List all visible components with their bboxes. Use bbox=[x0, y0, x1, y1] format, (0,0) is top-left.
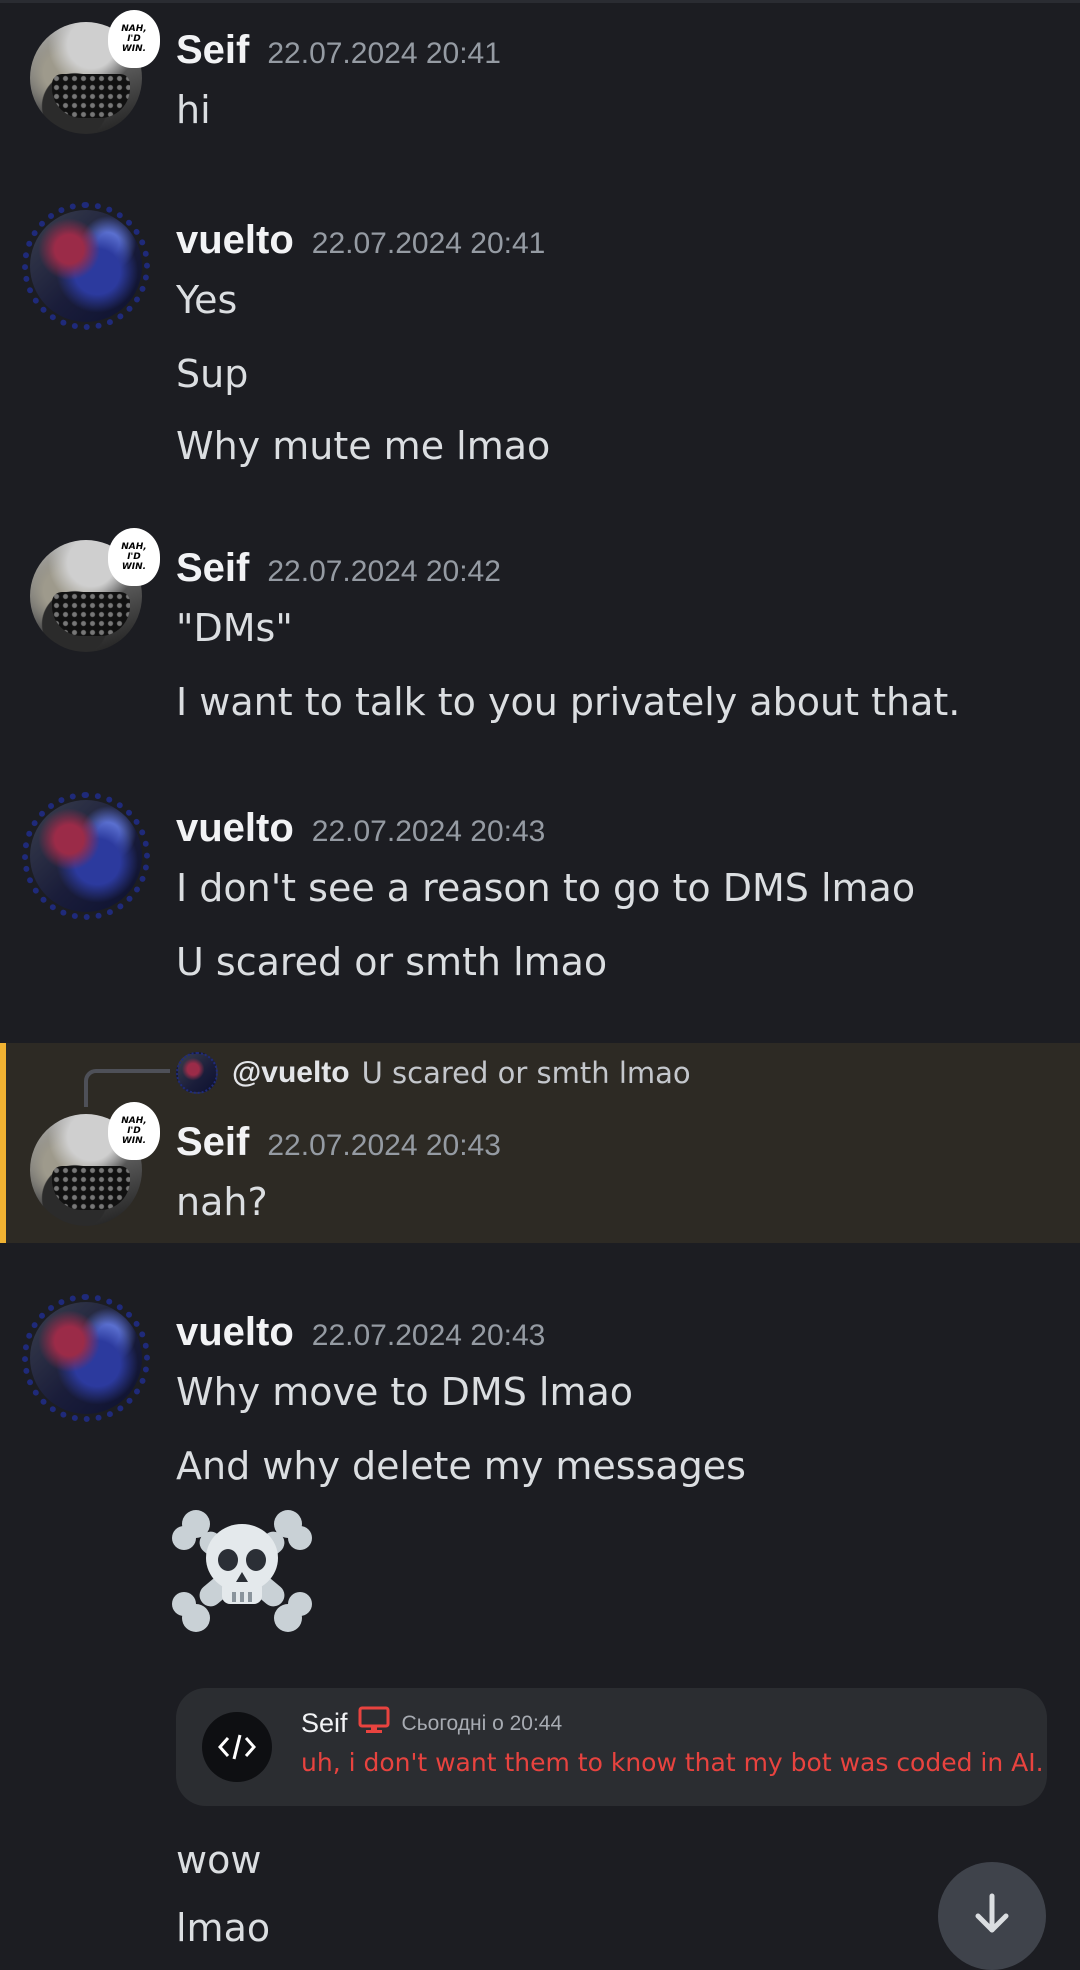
code-icon bbox=[202, 1712, 272, 1782]
avatar[interactable] bbox=[22, 1294, 150, 1422]
message-text[interactable]: Yes bbox=[176, 278, 237, 322]
timestamp: 22.07.2024 20:43 bbox=[267, 1129, 501, 1162]
message-text[interactable]: I want to talk to you privately about th… bbox=[176, 680, 960, 724]
message-header: vuelto 22.07.2024 20:41 bbox=[176, 218, 545, 263]
avatar[interactable]: NAH, I'D WIN. bbox=[30, 528, 160, 652]
timestamp: 22.07.2024 20:41 bbox=[311, 227, 546, 260]
message-header: Seif 22.07.2024 20:42 bbox=[176, 546, 501, 591]
avatar-badge-line: I'D bbox=[127, 552, 141, 562]
message-text[interactable]: Why mute me lmao bbox=[176, 424, 550, 468]
embed-timestamp: Сьогодні о 20:44 bbox=[401, 1711, 563, 1735]
mention-highlight-bar bbox=[0, 1043, 6, 1243]
avatar-badge-line: I'D bbox=[127, 1126, 141, 1136]
username[interactable]: vuelto bbox=[176, 1310, 294, 1354]
avatar-badge: NAH, I'D WIN. bbox=[108, 10, 160, 68]
avatar[interactable] bbox=[22, 792, 150, 920]
avatar[interactable] bbox=[22, 202, 150, 330]
avatar-decoration bbox=[22, 1294, 150, 1422]
avatar-decoration bbox=[22, 202, 150, 330]
message-header: vuelto 22.07.2024 20:43 bbox=[176, 806, 545, 851]
message-text[interactable]: wow bbox=[176, 1838, 261, 1882]
skull-emoji-icon[interactable] bbox=[172, 1502, 312, 1642]
message-header: Seif 22.07.2024 20:43 bbox=[176, 1120, 501, 1165]
username[interactable]: Seif bbox=[176, 546, 249, 590]
reply-avatar bbox=[176, 1052, 218, 1094]
avatar-badge-line: WIN. bbox=[121, 1136, 147, 1146]
message-header: vuelto 22.07.2024 20:43 bbox=[176, 1310, 545, 1355]
reply-preview-text[interactable]: U scared or smth lmao bbox=[362, 1056, 691, 1090]
timestamp: 22.07.2024 20:41 bbox=[267, 37, 501, 70]
avatar-badge-line: NAH, bbox=[121, 1116, 147, 1126]
message-text[interactable]: Why move to DMS lmao bbox=[176, 1370, 633, 1414]
message-text[interactable]: Sup bbox=[176, 352, 248, 396]
avatar-badge-line: WIN. bbox=[121, 44, 147, 54]
top-divider bbox=[0, 0, 1080, 3]
message-text[interactable]: nah? bbox=[176, 1180, 268, 1224]
embed-text[interactable]: uh, i don't want them to know that my bo… bbox=[301, 1748, 1044, 1777]
avatar-badge: NAH, I'D WIN. bbox=[108, 528, 160, 586]
avatar-badge-line: WIN. bbox=[121, 562, 147, 572]
scroll-to-bottom-button[interactable] bbox=[938, 1862, 1046, 1970]
reply-mention[interactable]: @vuelto bbox=[232, 1056, 350, 1090]
arrow-down-icon bbox=[968, 1890, 1016, 1942]
username[interactable]: vuelto bbox=[176, 806, 294, 850]
username[interactable]: vuelto bbox=[176, 218, 294, 262]
avatar-badge: NAH, I'D WIN. bbox=[108, 1102, 160, 1160]
message-text[interactable]: hi bbox=[176, 88, 211, 132]
username[interactable]: Seif bbox=[176, 1120, 249, 1164]
timestamp: 22.07.2024 20:42 bbox=[267, 555, 501, 588]
timestamp: 22.07.2024 20:43 bbox=[311, 1319, 546, 1352]
message-header: Seif 22.07.2024 20:41 bbox=[176, 28, 501, 73]
message-embed[interactable]: Seif Сьогодні о 20:44 uh, i don't want t… bbox=[176, 1688, 1047, 1806]
timestamp: 22.07.2024 20:43 bbox=[311, 815, 546, 848]
monitor-icon bbox=[358, 1706, 390, 1741]
avatar-badge-line: NAH, bbox=[121, 542, 147, 552]
avatar-badge-line: NAH, bbox=[121, 24, 147, 34]
message-text[interactable]: I don't see a reason to go to DMS lmao bbox=[176, 866, 915, 910]
avatar[interactable]: NAH, I'D WIN. bbox=[30, 1102, 160, 1226]
message-text[interactable]: U scared or smth lmao bbox=[176, 940, 607, 984]
message-text[interactable]: lmao bbox=[176, 1906, 270, 1950]
avatar-decoration bbox=[22, 792, 150, 920]
message-text[interactable]: And why delete my messages bbox=[176, 1444, 746, 1488]
reply-connector bbox=[84, 1069, 170, 1107]
embed-header: Seif Сьогодні о 20:44 bbox=[301, 1706, 562, 1741]
message-text[interactable]: "DMs" bbox=[176, 606, 293, 650]
reply-reference[interactable]: @vuelto U scared or smth lmao bbox=[176, 1052, 691, 1094]
avatar-badge-line: I'D bbox=[127, 34, 141, 44]
avatar[interactable]: NAH, I'D WIN. bbox=[30, 10, 160, 134]
embed-username[interactable]: Seif bbox=[301, 1708, 348, 1739]
username[interactable]: Seif bbox=[176, 28, 249, 72]
